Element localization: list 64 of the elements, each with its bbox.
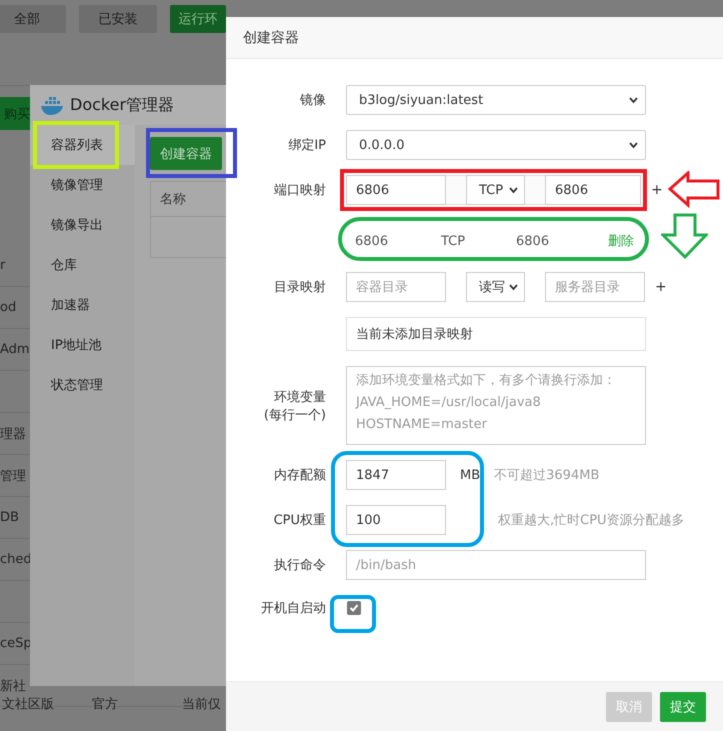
dropdown[interactable]: 0.0.0.0 <box>346 130 646 160</box>
create-container-button[interactable]: 创建容器 <box>150 137 222 170</box>
empty-note: 当前未添加目录映射 <box>346 317 646 351</box>
input-field[interactable]: 1847 <box>346 460 446 490</box>
input-addon <box>446 175 466 205</box>
sidebar-item[interactable]: 容器列表 <box>30 125 135 165</box>
dropdown[interactable]: b3log/siyuan:latest <box>346 85 646 115</box>
list-item-text: r <box>0 258 6 273</box>
field-label: (每行一个) <box>264 406 326 424</box>
unit-label: MB <box>460 468 480 482</box>
input-field[interactable]: 6806 <box>346 175 446 205</box>
arrow-annotation <box>668 171 721 208</box>
arrow-annotation <box>661 213 708 260</box>
env-textarea[interactable]: 添加环境变量格式如下，有多个请换行添加： JAVA_HOME=/usr/local/java8 HOSTNAME=master <box>346 366 646 445</box>
field-label: 执行命令 <box>274 557 326 574</box>
field-label: 绑定IP <box>288 137 326 154</box>
sidebar-item[interactable]: 镜像导出 <box>30 205 135 245</box>
list-item-text: od <box>0 300 16 315</box>
caret-icon <box>628 95 639 105</box>
mapping-cell-text: TCP <box>441 234 466 248</box>
table-cell-text: 当前仅 <box>182 696 221 713</box>
field-label: 开机自启动 <box>261 600 326 617</box>
sidebar-item[interactable]: 镜像管理 <box>30 165 135 205</box>
mapping-cell-text: 6806 <box>355 234 390 248</box>
window-title: Docker管理器 <box>70 94 174 116</box>
hint-text: 权重越大,忙时CPU资源分配越多 <box>498 512 685 529</box>
table-cell-text: 官方 <box>92 696 119 713</box>
protocol-select[interactable]: 读写 <box>466 272 525 302</box>
tab[interactable]: 运行环 <box>170 5 226 33</box>
input-field[interactable]: 容器目录 <box>346 272 446 302</box>
input-field[interactable]: 100 <box>346 505 446 535</box>
add-button[interactable]: + <box>655 279 667 295</box>
caret-icon <box>508 185 519 195</box>
list-item-text: DB <box>0 510 19 525</box>
field-label: 镜像 <box>300 92 326 109</box>
whale-icon <box>40 95 64 115</box>
protocol-select[interactable]: TCP <box>466 175 525 205</box>
list-item-text: 新社 <box>0 678 26 694</box>
field-label: 内存配额 <box>274 467 326 484</box>
input-field[interactable]: 6806 <box>545 175 641 205</box>
table-cell-text: 文社区版 <box>2 696 55 713</box>
highlight-frame <box>330 595 376 633</box>
caret-icon <box>628 140 639 150</box>
add-button[interactable]: + <box>651 182 663 198</box>
caret-icon <box>508 282 519 292</box>
field-label: CPU权重 <box>274 512 326 529</box>
sidebar-item[interactable]: IP地址池 <box>30 325 135 365</box>
list-item-text: Adm <box>0 342 30 357</box>
field-label: 端口映射 <box>274 182 326 199</box>
field-label: 目录映射 <box>274 279 326 296</box>
list-item-text: ceSp <box>0 636 32 651</box>
field-label: 环境变量 <box>274 388 326 406</box>
list-item-text: 管理 <box>0 468 26 484</box>
input-field[interactable]: /bin/bash <box>346 550 646 580</box>
sidebar-item[interactable]: 加速器 <box>30 285 135 325</box>
hint-text: 不可超过3694MB <box>494 467 600 484</box>
checkbox[interactable] <box>347 601 361 615</box>
sidebar-item[interactable]: 仓库 <box>30 245 135 285</box>
dialog-title: 创建容器 <box>226 17 723 59</box>
input-addon <box>525 175 545 205</box>
list-item-text: 理器 <box>0 426 26 442</box>
sidebar-item[interactable]: 状态管理 <box>30 365 135 405</box>
mapping-cell-text: 6806 <box>516 234 550 248</box>
input-field[interactable]: 服务器目录 <box>545 272 645 302</box>
